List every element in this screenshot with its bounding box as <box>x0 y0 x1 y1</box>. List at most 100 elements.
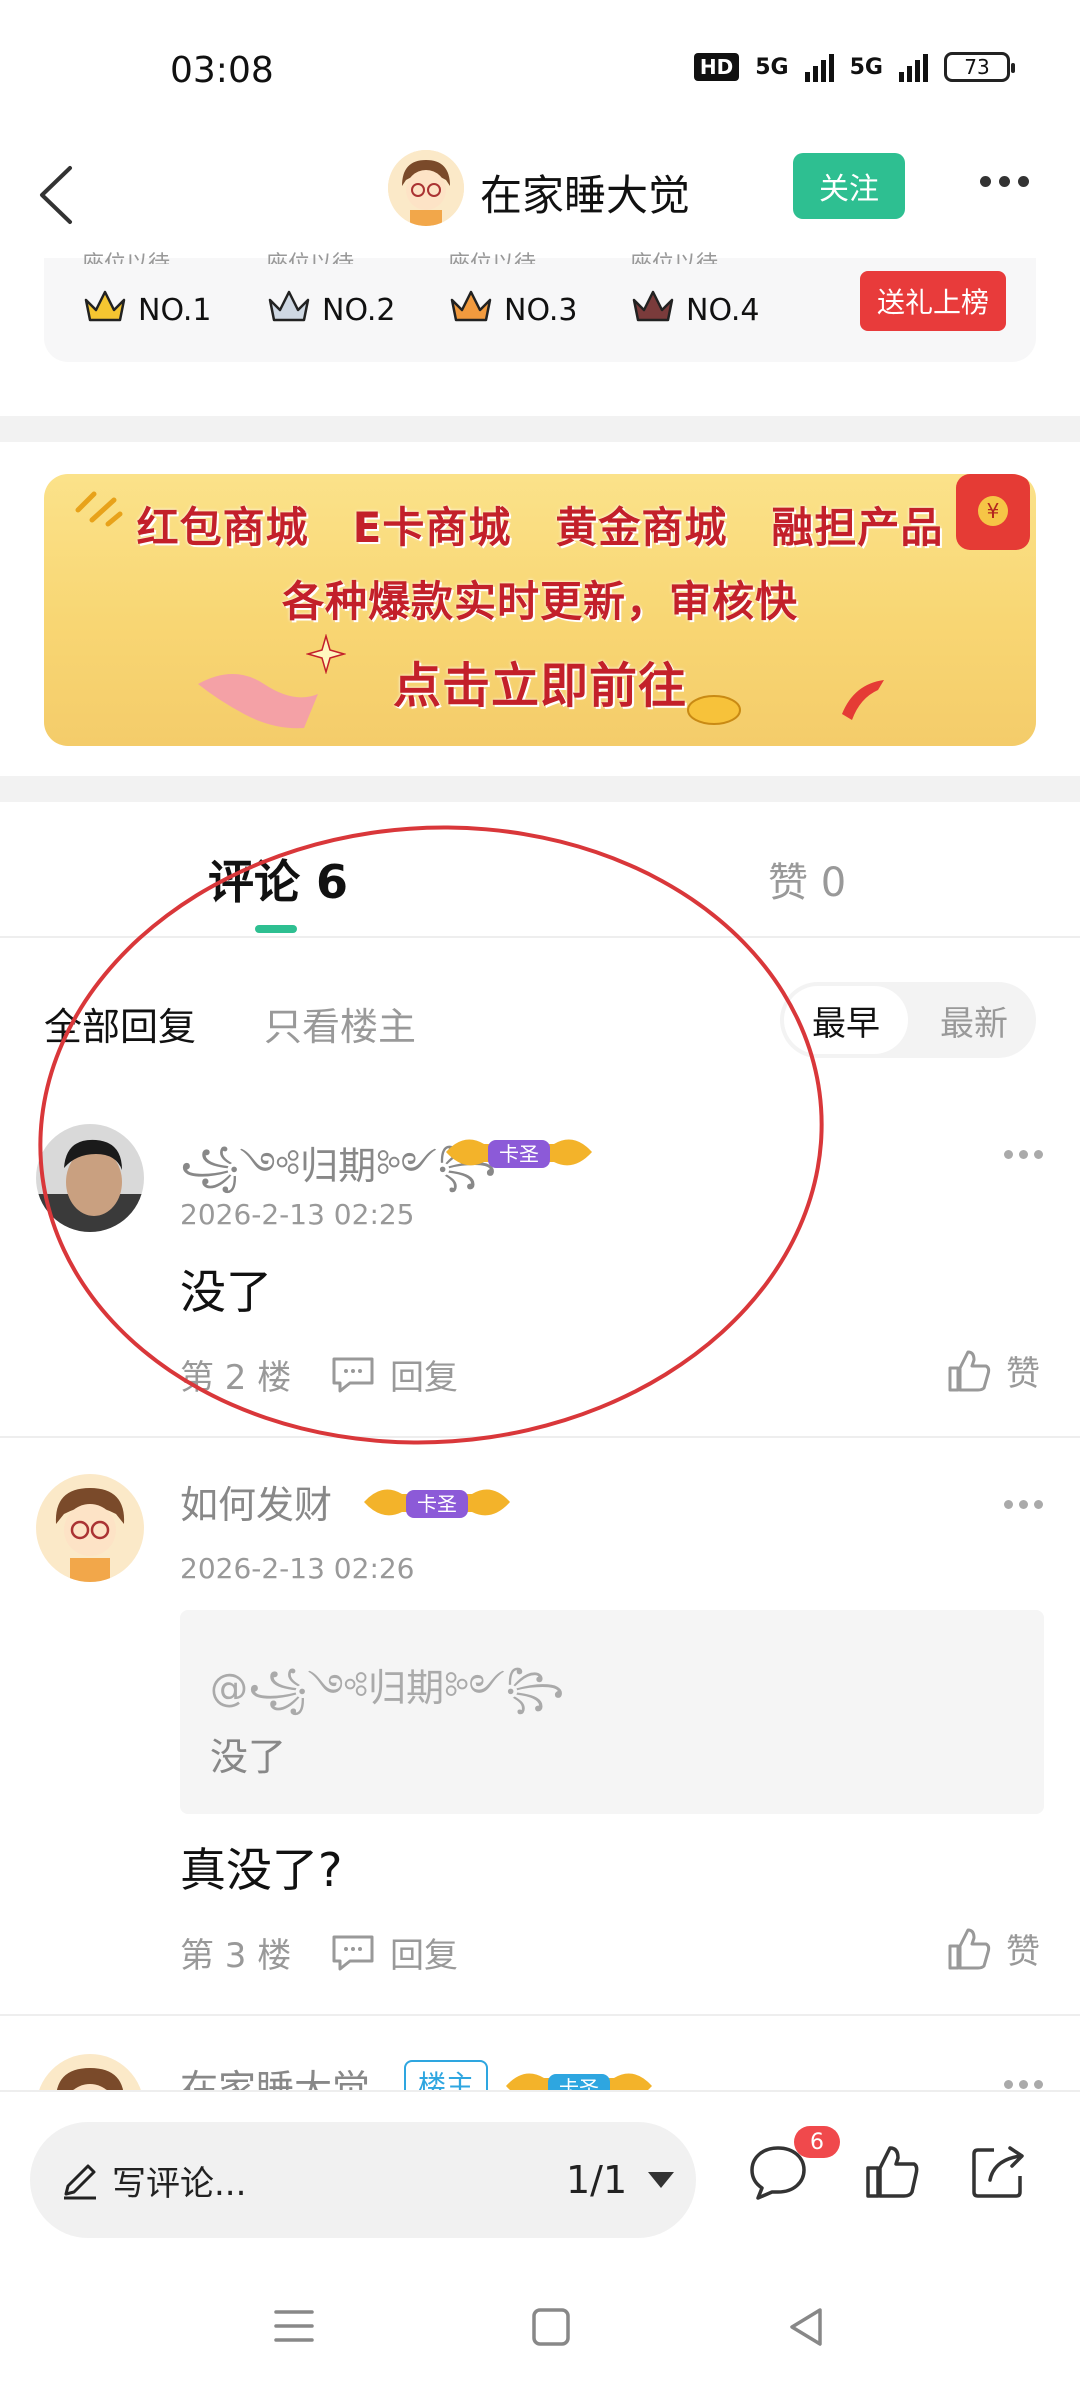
rank-label: NO.1 <box>138 292 212 328</box>
comment-icon <box>332 1357 374 1392</box>
write-comment-input[interactable]: 写评论... 1/1 <box>30 2122 696 2238</box>
system-nav-bar <box>0 2270 1080 2400</box>
reply-button[interactable]: 回复 <box>330 1350 458 1399</box>
page-indicator[interactable]: 1/1 <box>566 2158 627 2202</box>
ribbon-decoration <box>198 674 318 729</box>
crown-icon <box>630 286 676 334</box>
comment-count-badge: 6 <box>794 2126 840 2158</box>
filter-all-replies[interactable]: 全部回复 <box>44 996 196 1051</box>
avatar[interactable] <box>36 1474 144 1582</box>
like-label: 赞 <box>1006 1932 1040 1972</box>
banner-cta: 点击立即前往 <box>392 658 687 714</box>
divider <box>0 936 1080 938</box>
badge-text: 卡圣 <box>499 1142 539 1166</box>
rank-label: NO.2 <box>322 292 396 328</box>
comment-time: 2026-2-13 02:26 <box>180 1552 415 1585</box>
follow-button[interactable]: 关注 <box>793 153 905 219</box>
bottom-action-bar: 写评论... 1/1 6 <box>0 2090 1080 2270</box>
reply-label: 回复 <box>390 1358 458 1398</box>
quoted-reply[interactable]: @꧁༺归期༻꧂ 没了 <box>180 1610 1044 1814</box>
top-header: 在家睡大觉 关注 <box>0 140 1080 260</box>
divider <box>0 2014 1080 2016</box>
rank-item-1[interactable]: NO.1 <box>82 286 211 334</box>
section-gap <box>0 416 1080 442</box>
tab-likes[interactable]: 赞 0 <box>768 850 846 908</box>
back-icon[interactable] <box>28 160 88 230</box>
reply-label: 回复 <box>390 1936 458 1976</box>
rank-item-3[interactable]: NO.3 <box>448 286 577 334</box>
crown-icon <box>448 286 494 334</box>
chevron-down-icon[interactable] <box>648 2172 674 2188</box>
banner-line-2: 各种爆款实时更新，审核快 <box>44 568 1036 629</box>
net-label-2: 5G <box>849 54 883 80</box>
sparkle-icon <box>75 491 123 527</box>
sparkle-icon <box>306 634 346 674</box>
signal-icon <box>804 52 834 82</box>
floor-number: 第 2 楼 <box>180 1358 292 1398</box>
rank-seat-label: 座位以待 <box>448 246 536 264</box>
comment-time: 2026-2-13 02:25 <box>180 1198 415 1231</box>
more-icon[interactable] <box>1004 1150 1043 1159</box>
avatar[interactable] <box>36 1124 144 1232</box>
status-icons: HD 5G 5G 73 <box>693 52 1015 82</box>
like-label: 赞 <box>1006 1354 1040 1394</box>
red-envelope-icon <box>956 474 1030 550</box>
net-label-1: 5G <box>755 54 789 80</box>
header-avatar[interactable] <box>388 150 464 226</box>
banner-line-1: 红包商城 E卡商城 黄金商城 融担产品 <box>44 494 1036 555</box>
section-gap <box>0 776 1080 802</box>
rank-seat-label: 座位以待 <box>82 246 170 264</box>
reply-button[interactable]: 回复 <box>330 1928 458 1977</box>
battery-icon: 73 <box>944 52 1015 82</box>
crown-icon <box>266 286 312 334</box>
pen-icon <box>64 2164 96 2200</box>
comment-icon <box>332 1935 374 1970</box>
level-badge: 卡圣 <box>444 1126 594 1176</box>
gift-rank-button[interactable]: 送礼上榜 <box>860 271 1006 331</box>
tab-comments[interactable]: 评论 6 <box>208 846 348 912</box>
hd-icon: HD <box>693 53 740 81</box>
more-icon[interactable] <box>1004 1500 1043 1509</box>
banner-item: 融担产品 <box>771 503 944 552</box>
thumb-up-icon <box>948 1350 991 1391</box>
ribbon-decoration <box>842 680 884 720</box>
home-icon[interactable] <box>530 2306 572 2348</box>
crown-icon <box>82 286 128 334</box>
battery-level: 73 <box>964 55 990 79</box>
back-triangle-icon[interactable] <box>786 2306 826 2348</box>
rank-label: NO.4 <box>686 292 760 328</box>
like-button[interactable]: 赞 <box>946 1346 1040 1395</box>
more-icon[interactable] <box>1004 2080 1043 2089</box>
divider <box>0 1436 1080 1438</box>
more-icon[interactable] <box>980 176 1029 187</box>
banner-item: E卡商城 <box>352 503 512 552</box>
comment-text: 没了 <box>180 1265 272 1319</box>
sort-toggle: 最早 最新 <box>780 982 1036 1058</box>
header-title: 在家睡大觉 <box>480 171 691 220</box>
share-icon[interactable] <box>968 2142 1028 2202</box>
rank-label: NO.3 <box>504 292 578 328</box>
sort-earliest-button[interactable]: 最早 <box>784 986 908 1054</box>
thumb-up-icon[interactable] <box>862 2142 922 2202</box>
write-comment-placeholder: 写评论... <box>112 2164 247 2204</box>
filter-owner-only[interactable]: 只看楼主 <box>264 996 416 1051</box>
comment-text: 真没了? <box>180 1843 343 1897</box>
rank-item-2[interactable]: NO.2 <box>266 286 395 334</box>
status-bar: 03:08 HD 5G 5G 73 <box>0 0 1080 140</box>
badge-text: 卡圣 <box>417 1492 457 1516</box>
thumb-up-icon <box>948 1928 991 1969</box>
promo-banner[interactable]: 红包商城 E卡商城 黄金商城 融担产品 各种爆款实时更新，审核快 点击立即前往 <box>44 474 1036 746</box>
banner-subtitle: 各种爆款实时更新，审核快 <box>281 577 798 626</box>
page: 03:08 HD 5G 5G 73 在家睡大觉 关注 NO.1 NO.2 NO.… <box>0 0 1080 2400</box>
rank-item-4[interactable]: NO.4 <box>630 286 759 334</box>
sort-newest-button[interactable]: 最新 <box>914 986 1034 1054</box>
menu-icon[interactable] <box>272 2306 316 2346</box>
comment-username[interactable]: 如何发财 <box>180 1474 332 1529</box>
coin-icon <box>687 695 741 725</box>
tab-active-indicator <box>255 925 297 933</box>
level-badge: 卡圣 <box>362 1476 512 1526</box>
like-button[interactable]: 赞 <box>946 1924 1040 1973</box>
rank-seat-label: 座位以待 <box>266 246 354 264</box>
signal-icon-2 <box>899 52 928 82</box>
gift-rank-card: 座位以待 座位以待 座位以待 座位以待 NO.1 NO.2 NO.3 NO.4 … <box>44 252 1036 362</box>
